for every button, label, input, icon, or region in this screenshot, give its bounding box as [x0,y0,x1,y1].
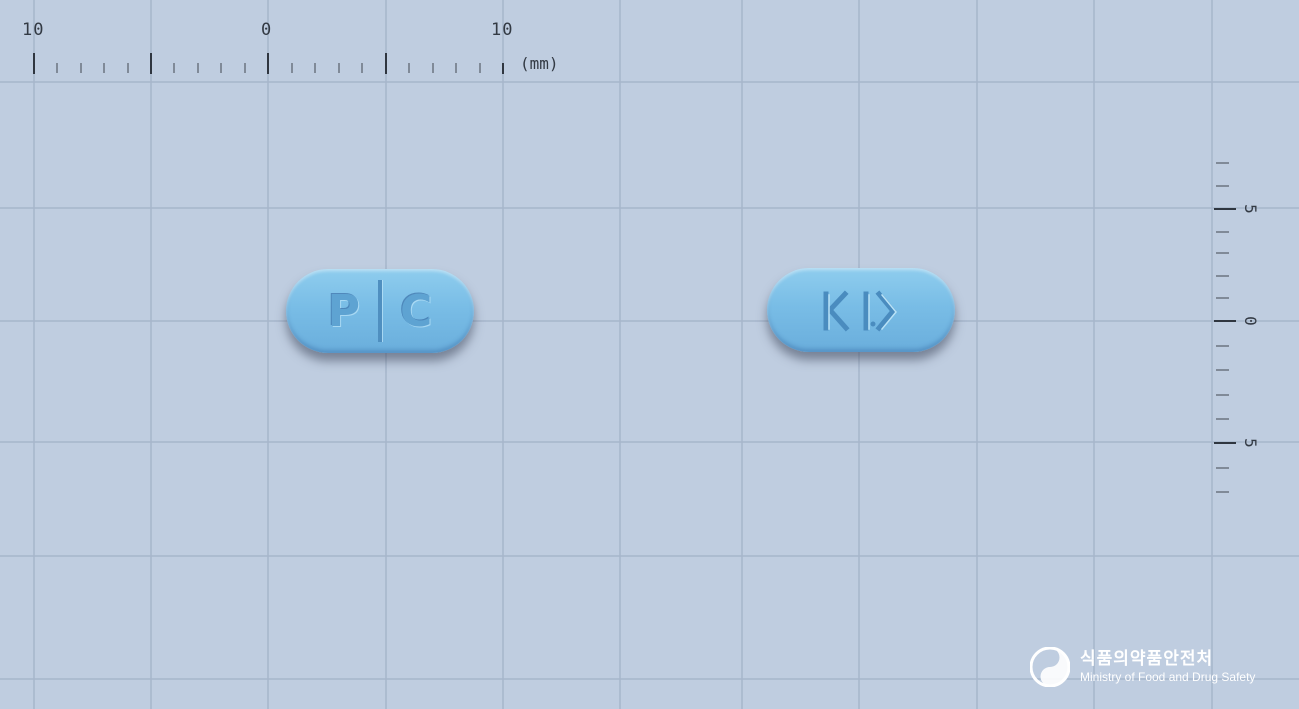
ruler-label-zero: 0 [261,20,273,40]
ruler-label-left-10: 10 [22,20,45,40]
ruler-unit-label: (mm) [520,54,559,73]
imprint-letter-p: P [327,285,360,337]
measurement-grid [0,0,1299,709]
pill-image-stage: 10 0 10 (mm) 5 0 5 P C 식품의약품안전처 Ministry… [0,0,1299,709]
ruler-label-lower-5: 5 [1241,438,1260,448]
mfds-watermark: 식품의약품안전처 Ministry of Food and Drug Safet… [1030,647,1255,687]
ruler-label-right-10: 10 [491,20,514,40]
right-ruler-ticks [1214,208,1236,444]
tablet-front-imprint: P C [286,269,474,353]
ruler-label-upper-5: 5 [1241,204,1260,214]
imprint-ki-logo-icon [823,290,897,332]
imprint-letter-c: C [399,285,433,337]
mfds-emblem-icon [1030,647,1070,687]
score-line [377,280,382,342]
watermark-english-text: Ministry of Food and Drug Safety [1080,670,1256,684]
ruler-label-mid-0: 0 [1241,316,1260,326]
tablet-back-imprint [767,268,955,352]
tablet-front: P C [286,269,474,353]
tablet-back [767,268,955,352]
watermark-korean-text: 식품의약품안전처 [1080,649,1214,669]
